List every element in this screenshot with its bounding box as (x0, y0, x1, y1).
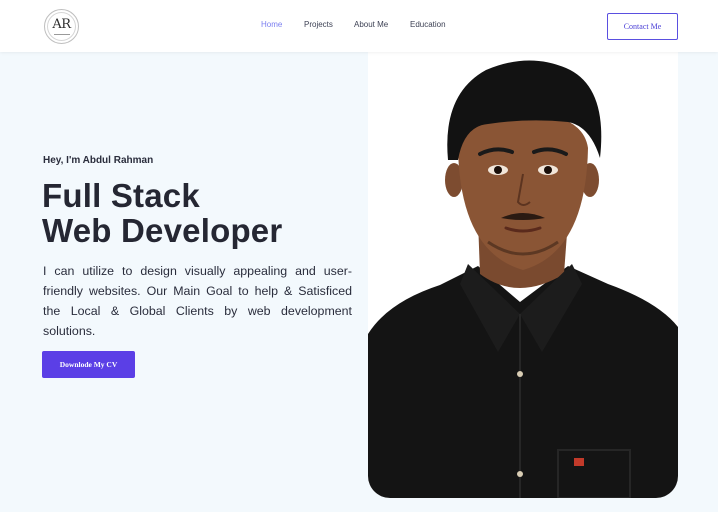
nav-projects[interactable]: Projects (304, 20, 333, 29)
hero-title: Full Stack Web Developer (42, 178, 282, 248)
nav-education[interactable]: Education (410, 20, 446, 29)
hero-greeting: Hey, I'm Abdul Rahman (43, 155, 154, 166)
download-cv-button[interactable]: Downlode My CV (42, 351, 135, 378)
nav-about-me[interactable]: About Me (354, 20, 388, 29)
profile-photo-card (368, 52, 678, 498)
contact-me-button[interactable]: Contact Me (607, 13, 678, 40)
hero-description: I can utilize to design visually appeali… (43, 264, 352, 338)
site-header: AR Home Projects About Me Education Cont… (0, 0, 718, 52)
hero-title-line-2: Web Developer (42, 212, 283, 249)
nav-home[interactable]: Home (261, 20, 282, 29)
logo-underline (53, 34, 70, 35)
profile-photo (368, 52, 678, 498)
hero-title-line-1: Full Stack (42, 177, 200, 214)
